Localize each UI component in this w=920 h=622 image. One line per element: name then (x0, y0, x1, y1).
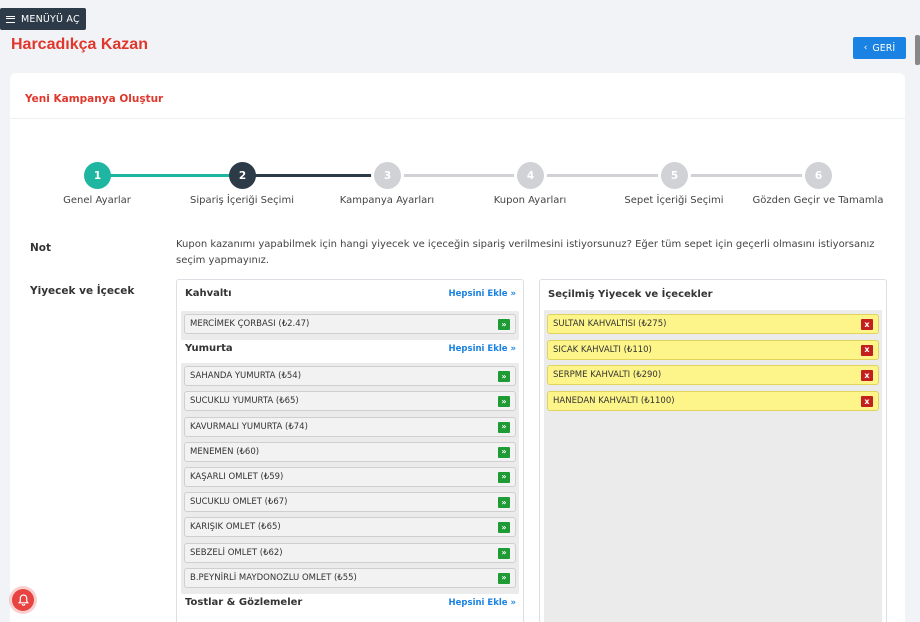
food-item[interactable]: SAHANDA YUMURTA (₺54) » (184, 366, 516, 387)
food-label: Yiyecek ve İçecek (30, 285, 135, 297)
step-5-circle[interactable]: 5 (661, 162, 688, 189)
page-scrollbar[interactable] (915, 35, 920, 65)
chevron-left-icon: ‹ (863, 43, 868, 53)
add-item-icon[interactable]: » (498, 371, 510, 383)
add-item-icon[interactable]: » (498, 547, 510, 559)
note-text: Kupon kazanımı yapabilmek için hangi yiy… (176, 239, 875, 266)
food-item-label: SAHANDA YUMURTA (₺54) (190, 371, 302, 382)
food-item-label: SEBZELİ OMLET (₺62) (190, 547, 283, 558)
remove-item-icon[interactable]: x (861, 344, 873, 356)
campaign-card: Yeni Kampanya Oluştur 1 Genel Ayarlar 2 Sip… (10, 73, 905, 622)
food-item-label: MENEMEN (₺60) (190, 446, 260, 457)
food-item[interactable]: KAVURMALI YUMURTA (₺74) » (184, 416, 516, 437)
add-item-icon[interactable]: » (498, 319, 510, 330)
open-menu-label: MENÜYÜ AÇ (21, 13, 80, 25)
back-button[interactable]: ‹ GERİ (853, 37, 906, 59)
add-all-link[interactable]: Hepsini Ekle » (449, 598, 516, 608)
food-item[interactable]: SEBZELİ OMLET (₺62) » (184, 542, 516, 563)
category-title: Yumurta (185, 343, 233, 355)
food-item-label: MERCİMEK ÇORBASI (₺2.47) (190, 319, 310, 329)
selected-item[interactable]: HANEDAN KAHVALTI (₺1100) x (547, 391, 879, 412)
category-title: Tostlar & Gözlemeler (185, 597, 303, 608)
selected-item[interactable]: SICAK KAHVALTI (₺110) x (547, 339, 879, 360)
add-all-link[interactable]: Hepsini Ekle » (449, 289, 516, 299)
food-item-label: SUCUKLU OMLET (₺67) (190, 497, 288, 508)
add-item-icon[interactable]: » (498, 522, 510, 534)
remove-item-icon[interactable]: x (861, 319, 873, 330)
step-connector (674, 174, 818, 177)
selected-item-label: SERPME KAHVALTI (₺290) (553, 370, 662, 381)
food-item-label: KAŞARLI OMLET (₺59) (190, 471, 284, 482)
add-item-icon[interactable]: » (498, 446, 510, 458)
open-menu-button[interactable]: MENÜYÜ AÇ (0, 8, 86, 30)
food-item-label: B.PEYNİRLİ MAYDONOZLU OMLET (₺55) (190, 572, 357, 583)
selected-items-list: SULTAN KAHVALTISI (₺275) x SICAK KAHVALTI … (544, 310, 882, 622)
category-item-list: SAHANDA YUMURTA (₺54)» SUCUKLU YUMURTA (₺… (181, 363, 519, 594)
food-item-label: KAVURMALI YUMURTA (₺74) (190, 421, 308, 432)
food-item[interactable]: MENEMEN (₺60) » (184, 441, 516, 462)
step-1-circle[interactable]: 1 (84, 162, 111, 189)
add-item-icon[interactable]: » (498, 396, 510, 408)
step-2-label: Sipariş İçeriği Seçimi (190, 195, 294, 206)
step-connector (242, 174, 387, 177)
step-connector (387, 174, 530, 177)
selected-item[interactable]: SULTAN KAHVALTISI (₺275) x (547, 314, 879, 334)
step-3-circle[interactable]: 3 (374, 162, 401, 189)
selected-item[interactable]: SERPME KAHVALTI (₺290) x (547, 365, 879, 386)
step-3-label: Kampanya Ayarları (339, 195, 435, 206)
add-item-icon[interactable]: » (498, 471, 510, 483)
food-item[interactable]: SUCUKLU OMLET (₺67) » (184, 492, 516, 513)
available-items-panel: Kahvaltı Hepsini Ekle » MERCİMEK ÇORBASI (… (176, 279, 524, 622)
page-title: Harcadıkça Kazan (11, 36, 148, 53)
stepper: 1 Genel Ayarlar 2 Sipariş İçeriği Seçimi 3 Ka… (10, 73, 905, 213)
selected-items-title: Seçilmiş Yiyecek ve İçecekler (548, 289, 713, 300)
food-item[interactable]: KARIŞIK OMLET (₺65) » (184, 517, 516, 538)
step-connector (97, 174, 242, 177)
remove-item-icon[interactable]: x (861, 396, 873, 408)
food-item-label: SUCUKLU YUMURTA (₺65) (190, 396, 299, 407)
note-label: Not (30, 242, 52, 254)
add-item-icon[interactable]: » (498, 421, 510, 433)
step-4-label: Kupon Ayarları (493, 195, 567, 206)
notification-bell-icon[interactable] (12, 589, 34, 611)
food-item[interactable]: MERCİMEK ÇORBASI (₺2.47) » (184, 314, 516, 334)
remove-item-icon[interactable]: x (861, 370, 873, 382)
back-label: GERİ (872, 42, 896, 54)
category-item-list: MERCİMEK ÇORBASI (₺2.47) » (181, 311, 519, 341)
hamburger-icon (6, 15, 15, 23)
selected-items-panel: Seçilmiş Yiyecek ve İçecekler SULTAN KAH… (539, 279, 887, 622)
selected-item-label: SICAK KAHVALTI (₺110) (553, 344, 652, 355)
step-5-label: Sepet İçeriği Seçimi (624, 195, 724, 206)
food-item[interactable]: B.PEYNİRLİ MAYDONOZLU OMLET (₺55) » (184, 567, 516, 588)
step-4-circle[interactable]: 4 (517, 162, 544, 189)
food-item-label: KARIŞIK OMLET (₺65) (190, 522, 281, 533)
step-connector (530, 174, 674, 177)
category-title: Kahvaltı (185, 288, 232, 299)
add-item-icon[interactable]: » (498, 497, 510, 509)
food-item[interactable]: KAŞARLI OMLET (₺59) » (184, 466, 516, 487)
add-item-icon[interactable]: » (498, 572, 510, 584)
food-item[interactable]: SUCUKLU YUMURTA (₺65) » (184, 391, 516, 412)
add-all-link[interactable]: Hepsini Ekle » (449, 344, 516, 354)
step-2-circle[interactable]: 2 (229, 162, 256, 189)
step-6-circle[interactable]: 6 (805, 162, 832, 189)
selected-item-label: HANEDAN KAHVALTI (₺1100) (553, 396, 675, 407)
step-6-label: Gözden Geçir ve Tamamla (752, 195, 884, 206)
step-1-label: Genel Ayarlar (63, 195, 131, 206)
selected-item-label: SULTAN KAHVALTISI (₺275) (553, 319, 667, 329)
